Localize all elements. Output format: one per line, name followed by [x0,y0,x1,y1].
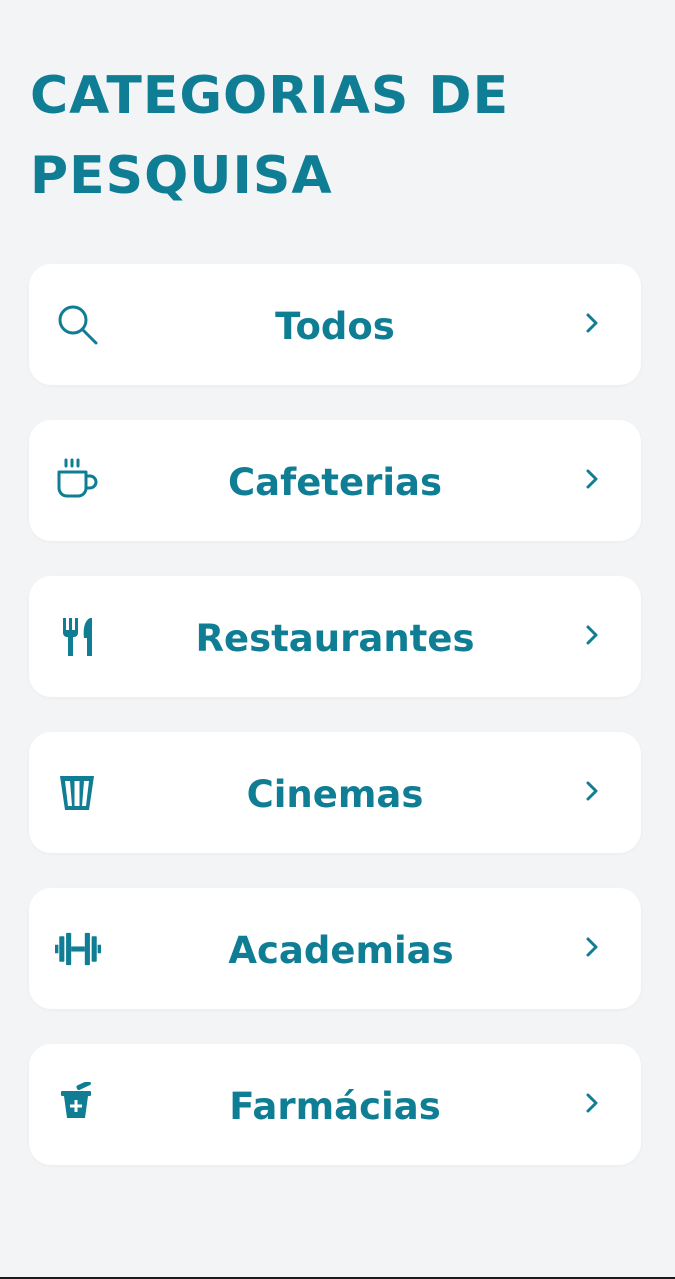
page-title: CATEGORIAS DE PESQUISA [30,56,630,216]
page-title-line1: CATEGORIAS DE [30,66,510,126]
category-label: Restaurantes [195,617,475,660]
category-label: Cafeterias [227,461,442,504]
category-item-restaurantes[interactable]: Restaurantes [29,576,641,697]
category-item-academias[interactable]: Academias [29,888,641,1009]
chevron-right-icon [586,1093,598,1113]
page-title-line2: PESQUISA [30,146,333,206]
category-label: Cinemas [246,773,424,816]
category-label: Farmácias [229,1085,441,1128]
category-item-farmacias[interactable]: Farmácias [29,1044,641,1165]
category-item-todos[interactable]: Todos [29,264,641,385]
chevron-right-icon [586,937,598,957]
chevron-right-icon [586,781,598,801]
category-item-cafeterias[interactable]: Cafeterias [29,420,641,541]
category-list: Todos Cafeterias Restaurantes Cinemas Ac… [29,264,641,1200]
category-item-cinemas[interactable]: Cinemas [29,732,641,853]
category-label: Academias [228,929,454,972]
chevron-right-icon [586,625,598,645]
chevron-right-icon [586,469,598,489]
chevron-right-icon [586,313,598,333]
category-label: Todos [275,305,395,348]
